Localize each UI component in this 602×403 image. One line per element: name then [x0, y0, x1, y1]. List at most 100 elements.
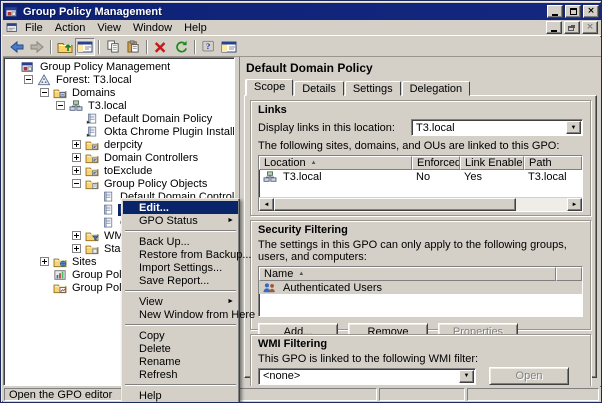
expand-icon[interactable]: [72, 153, 81, 162]
expand-icon[interactable]: [40, 257, 49, 266]
display-links-label: Display links in this location:: [258, 122, 395, 134]
scope-tab-page: Links Display links in this location: T3…: [244, 95, 597, 378]
tree-item-domain-controllers[interactable]: Domain Controllers: [4, 151, 234, 164]
collapse-icon[interactable]: [24, 75, 33, 84]
context-menu-copy[interactable]: Copy: [123, 329, 238, 342]
context-menu-back-up[interactable]: Back Up...: [123, 235, 238, 248]
collapse-icon[interactable]: [40, 88, 49, 97]
context-menu-view[interactable]: View►: [123, 295, 238, 308]
tree-item-label: Forest: T3.local: [54, 74, 134, 86]
tree-item-domains[interactable]: Domains: [4, 86, 234, 99]
window-title: Group Policy Management: [23, 6, 545, 18]
mdi-close-button[interactable]: ×: [582, 21, 598, 34]
tree-item-default-domain-policy[interactable]: Default Domain Policy: [4, 112, 234, 125]
gpo-icon: [101, 191, 115, 203]
up-one-level-icon[interactable]: [55, 38, 75, 56]
links-table-row[interactable]: T3.localNoYesT3.local: [259, 170, 582, 183]
context-menu-save-report[interactable]: Save Report...: [123, 274, 238, 287]
show-console-tree-icon[interactable]: [75, 38, 95, 56]
column-header-name[interactable]: Name▲: [259, 267, 556, 281]
submenu-arrow-icon: ►: [227, 298, 234, 305]
expand-icon[interactable]: [72, 140, 81, 149]
chevron-down-icon[interactable]: ▼: [566, 121, 581, 134]
context-menu-help[interactable]: Help: [123, 389, 238, 402]
toolbar-separator: [98, 40, 100, 54]
context-menu-restore-from-backup[interactable]: Restore from Backup...: [123, 248, 238, 261]
domain-icon: [262, 171, 277, 183]
tree-item-group-policy-objects[interactable]: Group Policy Objects: [4, 177, 234, 190]
mdi-minimize-button[interactable]: [546, 21, 562, 34]
table-cell: No: [412, 171, 460, 183]
column-header-path[interactable]: Path: [524, 156, 582, 170]
back-arrow-icon[interactable]: [7, 38, 27, 56]
expand-icon[interactable]: [72, 244, 81, 253]
tree-item-derpcity[interactable]: derpcity: [4, 138, 234, 151]
sites-folder-icon: [53, 256, 67, 268]
tab-delegation[interactable]: Delegation: [402, 81, 471, 96]
scrollbar-thumb[interactable]: [274, 198, 516, 211]
menu-help[interactable]: Help: [178, 21, 213, 35]
close-button[interactable]: ×: [583, 5, 599, 18]
tree-item-label: Default Domain Policy: [102, 113, 214, 125]
refresh-icon[interactable]: [171, 38, 191, 56]
tree-item-toexclude[interactable]: toExclude: [4, 164, 234, 177]
security-intro: The settings in this GPO can only apply …: [258, 239, 583, 263]
tab-scope[interactable]: Scope: [246, 79, 293, 96]
column-header-empty: [556, 267, 582, 281]
links-table: Location▲EnforcedLink EnabledPath T3.loc…: [258, 155, 583, 212]
wmi-filter-combobox[interactable]: <none> ▼: [258, 368, 476, 385]
forward-arrow-icon[interactable]: [27, 38, 47, 56]
links-horizontal-scrollbar[interactable]: ◄ ►: [259, 197, 582, 211]
display-links-combobox[interactable]: T3.local ▼: [411, 119, 583, 136]
context-menu-new-window-from-here[interactable]: New Window from Here: [123, 308, 238, 321]
app-icon: [5, 6, 19, 18]
maximize-button[interactable]: [565, 5, 581, 18]
context-menu-gpo-status[interactable]: GPO Status►: [123, 214, 238, 227]
tree-item-label: Group Policy Objects: [102, 178, 209, 190]
menu-window[interactable]: Window: [127, 21, 178, 35]
tab-details[interactable]: Details: [294, 81, 344, 96]
chevron-down-icon[interactable]: ▼: [459, 370, 474, 383]
links-section: Links Display links in this location: T3…: [250, 100, 591, 216]
gpo-details-pane: Default Domain Policy ScopeDetailsSettin…: [239, 57, 601, 386]
new-window-icon[interactable]: [219, 38, 239, 56]
help-icon[interactable]: ?: [199, 38, 219, 56]
menu-file[interactable]: File: [19, 21, 49, 35]
context-menu-refresh[interactable]: Refresh: [123, 368, 238, 381]
collapse-icon[interactable]: [72, 179, 81, 188]
tree-item-label: toExclude: [102, 165, 154, 177]
tab-settings[interactable]: Settings: [345, 81, 401, 96]
tree-item-label: derpcity: [102, 139, 145, 151]
tree-item-group-policy-management[interactable]: Group Policy Management: [4, 60, 234, 73]
modeling-icon: [53, 269, 67, 281]
scroll-right-icon[interactable]: ►: [567, 198, 582, 211]
tree-item-forest-t3-local[interactable]: Forest: T3.local: [4, 73, 234, 86]
collapse-icon[interactable]: [56, 101, 65, 110]
context-menu-delete[interactable]: Delete: [123, 342, 238, 355]
expand-icon[interactable]: [72, 231, 81, 240]
menu-action[interactable]: Action: [49, 21, 92, 35]
main-area: Group Policy ManagementForest: T3.localD…: [3, 57, 601, 386]
scroll-left-icon[interactable]: ◄: [259, 198, 274, 211]
column-header-enforced[interactable]: Enforced: [412, 156, 460, 170]
menu-separator: [125, 290, 236, 292]
tree-item-t3-local[interactable]: T3.local: [4, 99, 234, 112]
security-table: Name▲ Authenticated Users: [258, 266, 583, 317]
delete-icon[interactable]: [151, 38, 171, 56]
expand-icon[interactable]: [72, 166, 81, 175]
gpmc-window: Group Policy Management × FileActionView…: [0, 0, 602, 403]
status-panel: [379, 388, 465, 401]
column-header-location[interactable]: Location▲: [259, 156, 412, 170]
menu-view[interactable]: View: [91, 21, 127, 35]
security-table-row[interactable]: Authenticated Users: [259, 281, 582, 294]
context-menu-import-settings[interactable]: Import Settings...: [123, 261, 238, 274]
paste-icon[interactable]: [123, 38, 143, 56]
context-menu-rename[interactable]: Rename: [123, 355, 238, 368]
mdi-restore-button[interactable]: [564, 21, 580, 34]
context-menu-edit[interactable]: Edit...: [123, 201, 238, 214]
minimize-button[interactable]: [547, 5, 563, 18]
column-header-link-enabled[interactable]: Link Enabled: [460, 156, 524, 170]
copy-icon[interactable]: [103, 38, 123, 56]
forest-icon: [37, 74, 51, 86]
tree-item-okta-chrome-plugin-installation[interactable]: Okta Chrome Plugin Installation: [4, 125, 234, 138]
